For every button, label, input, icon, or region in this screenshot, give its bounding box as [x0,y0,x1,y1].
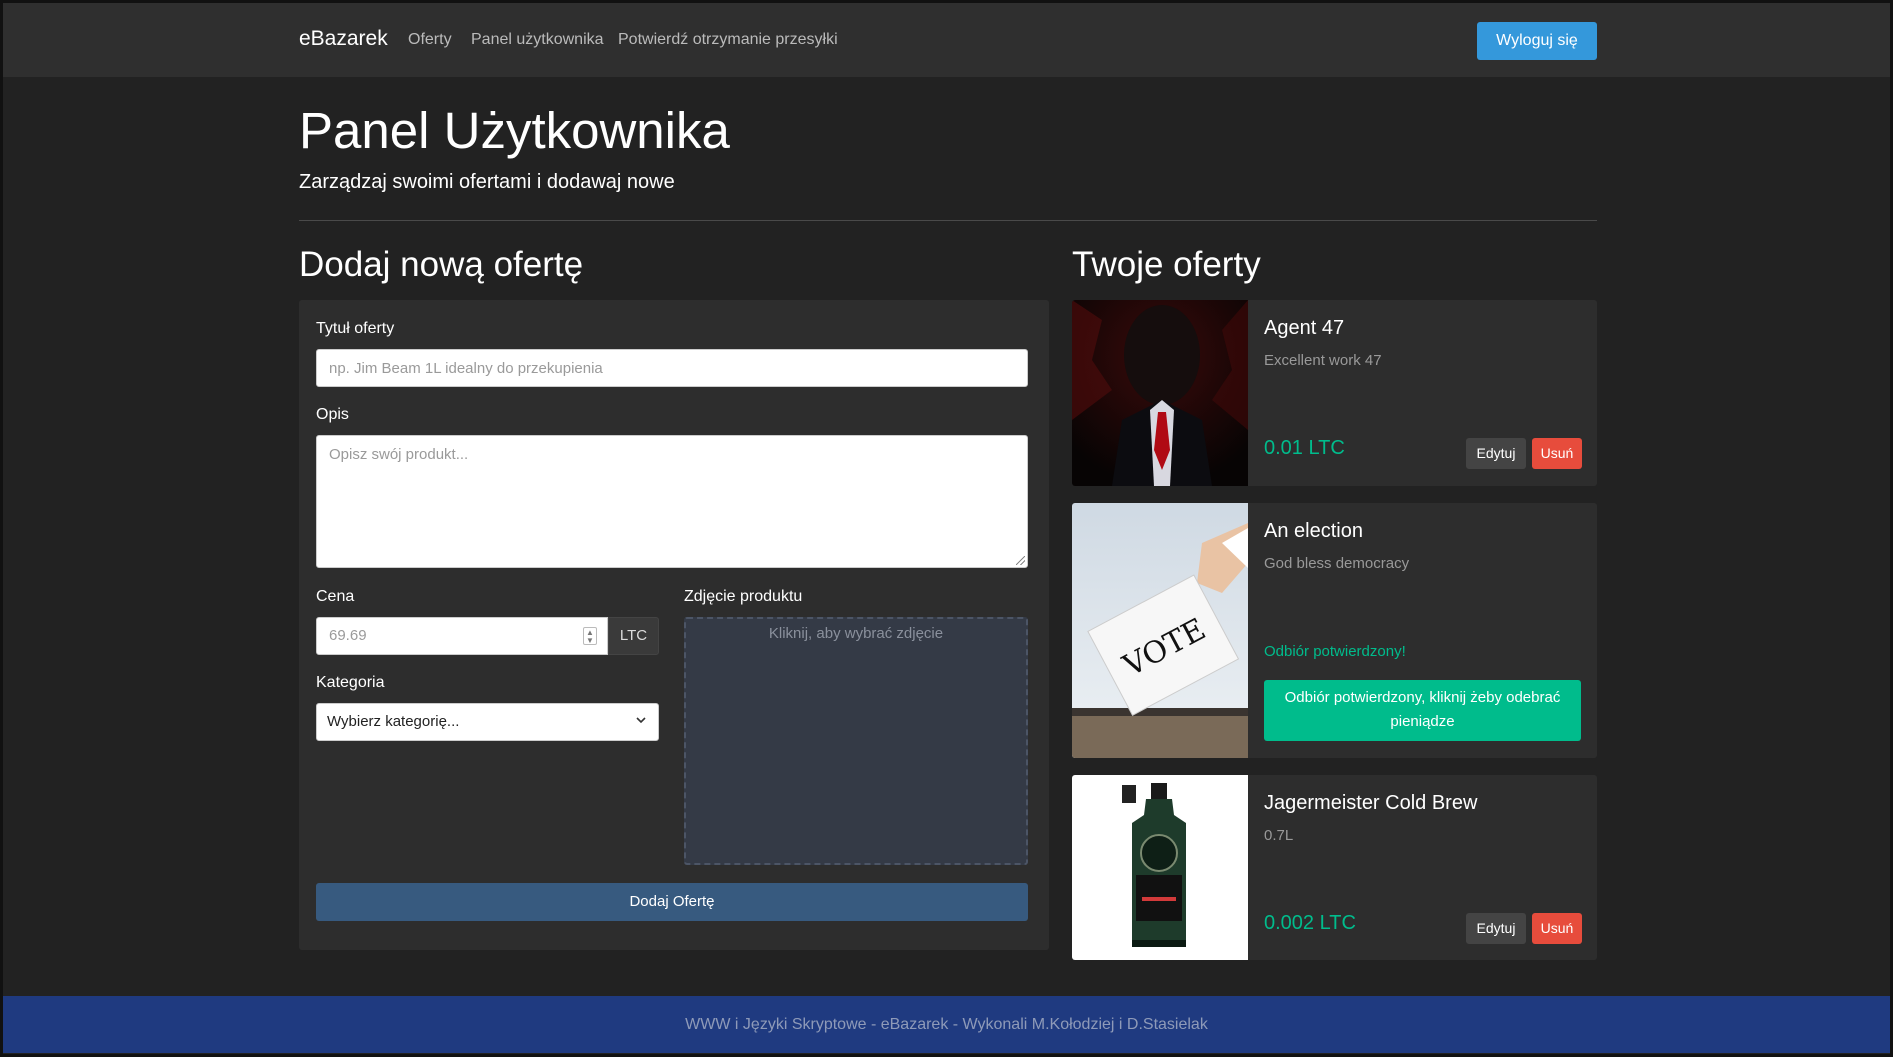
offer-title: Jagermeister Cold Brew [1264,792,1478,814]
description-label: Opis [316,406,349,423]
photo-label: Zdjęcie produktu [684,588,803,605]
offer-image-agent47 [1072,300,1248,486]
collect-money-button[interactable]: Odbiór potwierdzony, kliknij żeby odebra… [1264,680,1581,741]
offer-price: 0.01 LTC [1264,437,1345,459]
nav-link-user-panel[interactable]: Panel użytkownika [471,31,604,49]
divider [299,220,1597,221]
brand-logo[interactable]: eBazarek [299,27,388,51]
logout-button[interactable]: Wyloguj się [1477,22,1597,60]
add-offer-form: Tytuł oferty Opis Cena 69.69 ▲▼ LTC Kate… [299,300,1049,950]
add-offer-heading: Dodaj nową ofertę [299,245,584,284]
delete-button[interactable]: Usuń [1532,913,1582,944]
price-label: Cena [316,588,355,605]
navbar: eBazarek Oferty Panel użytkownika Potwie… [3,3,1890,77]
currency-addon: LTC [608,617,659,655]
category-label: Kategoria [316,674,385,691]
offer-title: An election [1264,520,1363,542]
offer-card: VOTE An election God bless democracy Odb… [1072,503,1597,758]
page-title: Panel Użytkownika [299,102,730,159]
price-input[interactable]: 69.69 ▲ ▼ [316,617,608,655]
your-offers-heading: Twoje oferty [1072,245,1261,284]
description-textarea[interactable] [316,435,1028,568]
footer-text: WWW i Języki Skryptowe - eBazarek - Wyko… [685,1016,1208,1033]
page-subtitle: Zarządzaj swoimi ofertami i dodawaj nowe [299,171,675,193]
offer-description: 0.7L [1264,827,1294,844]
offer-image-jagermeister [1072,775,1248,960]
add-offer-button[interactable]: Dodaj Ofertę [316,883,1028,921]
nav-link-confirm-delivery[interactable]: Potwierdź otrzymanie przesyłki [618,31,838,49]
photo-hint: Kliknij, aby wybrać zdjęcie [768,625,944,642]
nav-link-oferty[interactable]: Oferty [408,31,452,49]
number-spinner-icon[interactable]: ▲ ▼ [583,627,597,645]
title-label: Tytuł oferty [316,320,395,337]
chevron-down-icon [636,717,646,724]
delivery-confirmed-status: Odbiór potwierdzony! [1264,643,1406,660]
footer: WWW i Języki Skryptowe - eBazarek - Wyko… [3,996,1890,1053]
price-input-group: 69.69 ▲ ▼ LTC [316,617,659,655]
price-placeholder: 69.69 [329,627,367,644]
offer-price: 0.002 LTC [1264,912,1356,934]
category-select[interactable]: Wybierz kategorię... [316,703,659,741]
edit-button[interactable]: Edytuj [1466,913,1526,944]
edit-button[interactable]: Edytuj [1466,438,1526,469]
photo-dropzone[interactable]: Kliknij, aby wybrać zdjęcie [684,617,1028,865]
category-selected-value: Wybierz kategorię... [327,713,460,730]
offer-card: Agent 47 Excellent work 47 0.01 LTC Edyt… [1072,300,1597,486]
offer-image-election: VOTE [1072,503,1248,758]
offer-title: Agent 47 [1264,317,1345,339]
offer-description: God bless democracy [1264,555,1410,572]
title-input[interactable] [316,349,1028,387]
offer-description: Excellent work 47 [1264,352,1382,369]
offer-card: Jagermeister Cold Brew 0.7L 0.002 LTC Ed… [1072,775,1597,960]
delete-button[interactable]: Usuń [1532,438,1582,469]
